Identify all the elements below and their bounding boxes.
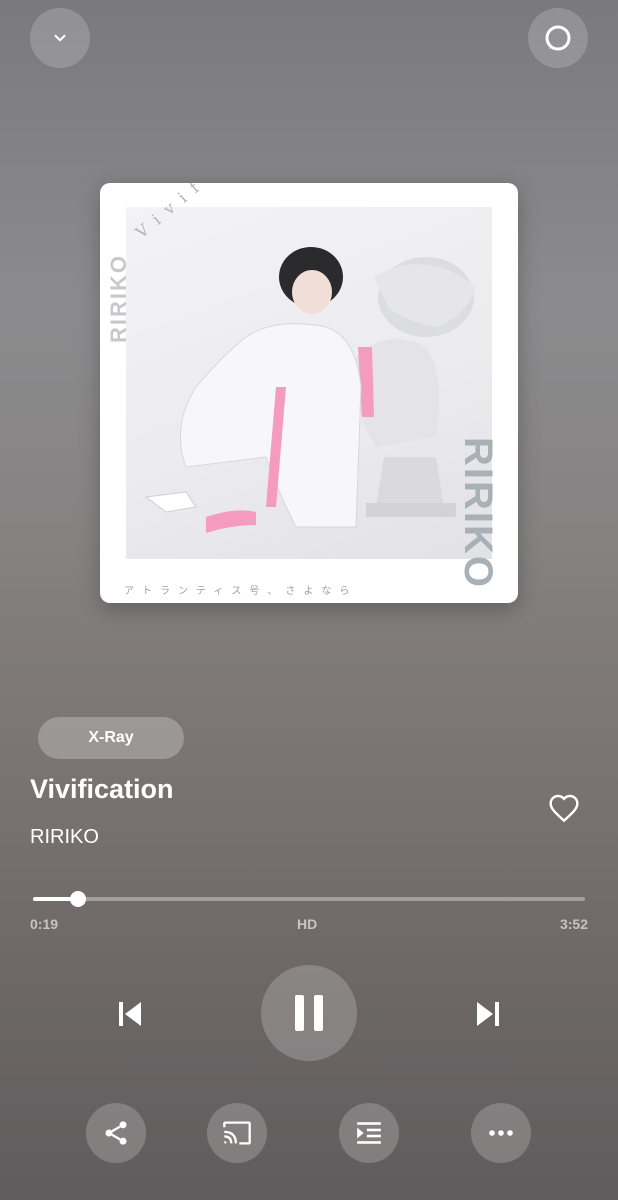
alexa-button[interactable] xyxy=(528,8,588,68)
quality-badge: HD xyxy=(297,916,318,932)
album-illustration xyxy=(144,247,476,533)
more-button[interactable] xyxy=(471,1103,531,1163)
album-caption: アトランティス号、さよなら xyxy=(124,586,358,597)
heart-outline-icon xyxy=(549,794,579,823)
favorite-button[interactable] xyxy=(544,788,584,828)
total-time: 3:52 xyxy=(559,916,588,932)
chevron-down-icon xyxy=(54,34,66,42)
track-title: Vivification xyxy=(30,774,174,804)
progress-bar[interactable] xyxy=(33,891,585,907)
play-pause-button[interactable] xyxy=(261,965,357,1061)
previous-button[interactable] xyxy=(110,992,150,1036)
share-button[interactable] xyxy=(86,1103,146,1163)
album-art: RIRIKO Vivification RIRIKO アトランティス号、さよなら xyxy=(100,183,518,603)
skip-next-icon xyxy=(477,1002,499,1026)
queue-button[interactable] xyxy=(339,1103,399,1163)
share-icon xyxy=(105,1121,127,1145)
progress-thumb[interactable] xyxy=(70,891,87,907)
cast-icon xyxy=(223,1121,251,1145)
alexa-ring-icon xyxy=(545,25,571,51)
cast-button[interactable] xyxy=(207,1103,267,1163)
elapsed-time: 0:19 xyxy=(30,916,59,932)
xray-button[interactable]: X-Ray xyxy=(38,717,184,759)
track-artist[interactable]: RIRIKO xyxy=(30,826,99,849)
album-photo xyxy=(126,207,492,559)
pause-icon xyxy=(295,995,323,1031)
next-button[interactable] xyxy=(468,992,508,1036)
album-side-text: RIRIKO xyxy=(106,254,126,343)
album-artist-text: RIRIKO xyxy=(456,437,500,589)
skip-previous-icon xyxy=(119,1002,141,1026)
collapse-button[interactable] xyxy=(30,8,90,68)
more-horizontal-icon xyxy=(489,1130,513,1136)
queue-icon xyxy=(357,1122,381,1144)
top-bar xyxy=(30,8,588,68)
